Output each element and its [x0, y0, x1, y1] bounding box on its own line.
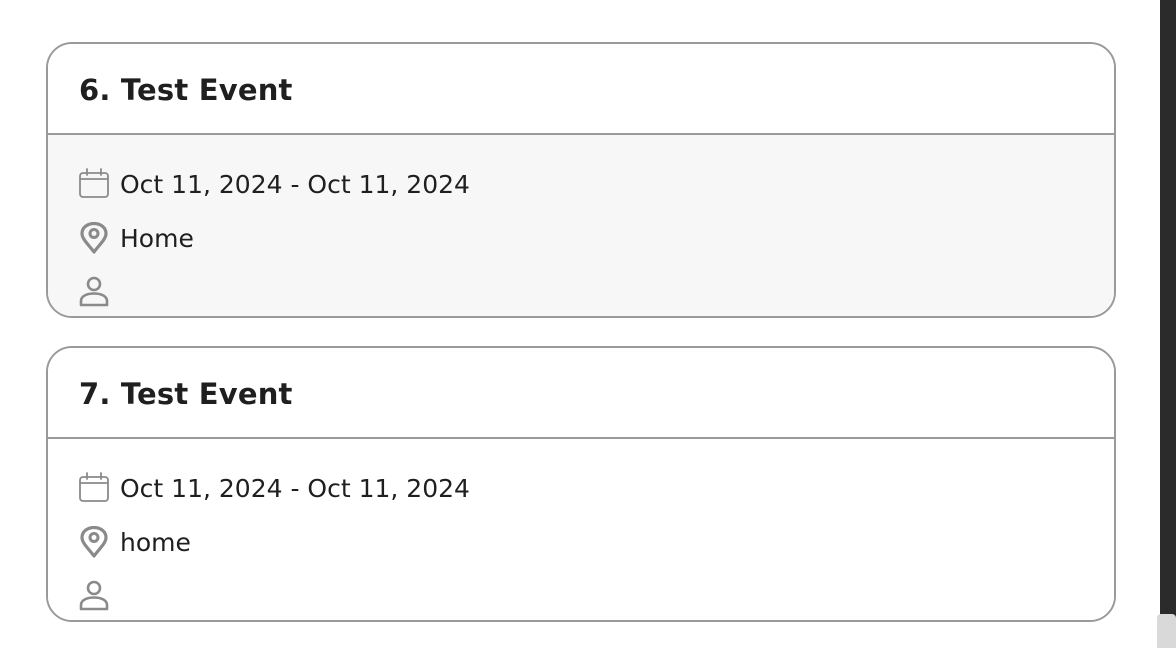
event-location: Home [120, 223, 194, 253]
event-date-row: Oct 11, 2024 - Oct 11, 2024 [78, 472, 470, 504]
person-icon [78, 275, 110, 307]
event-card-body: Oct 11, 2024 - Oct 11, 2024 Home [48, 135, 1114, 316]
event-card-header: 7. Test Event [48, 348, 1114, 439]
event-title: 6. Test Event [79, 72, 293, 107]
event-card-body: Oct 11, 2024 - Oct 11, 2024 home [48, 439, 1114, 620]
person-icon [78, 579, 110, 611]
event-date-row: Oct 11, 2024 - Oct 11, 2024 [78, 168, 470, 200]
event-card[interactable]: 6. Test Event Oct 11, 2024 - Oct 11, 202… [46, 42, 1116, 318]
scrollbar-thumb[interactable] [1157, 614, 1176, 648]
event-attendee-row [78, 275, 120, 307]
calendar-icon [78, 472, 110, 504]
scrollbar-track[interactable] [1160, 0, 1176, 648]
event-title: 7. Test Event [79, 376, 293, 411]
event-card[interactable]: 7. Test Event Oct 11, 2024 - Oct 11, 202… [46, 346, 1116, 622]
calendar-icon [78, 168, 110, 200]
event-location: home [120, 527, 191, 557]
map-pin-icon [78, 221, 110, 254]
event-attendee-row [78, 579, 120, 611]
events-list: 6. Test Event Oct 11, 2024 - Oct 11, 202… [0, 0, 1176, 648]
event-date-range: Oct 11, 2024 - Oct 11, 2024 [120, 473, 470, 503]
event-card-header: 6. Test Event [48, 44, 1114, 135]
event-date-range: Oct 11, 2024 - Oct 11, 2024 [120, 169, 470, 199]
map-pin-icon [78, 525, 110, 558]
event-location-row: home [78, 525, 191, 558]
event-location-row: Home [78, 221, 194, 254]
